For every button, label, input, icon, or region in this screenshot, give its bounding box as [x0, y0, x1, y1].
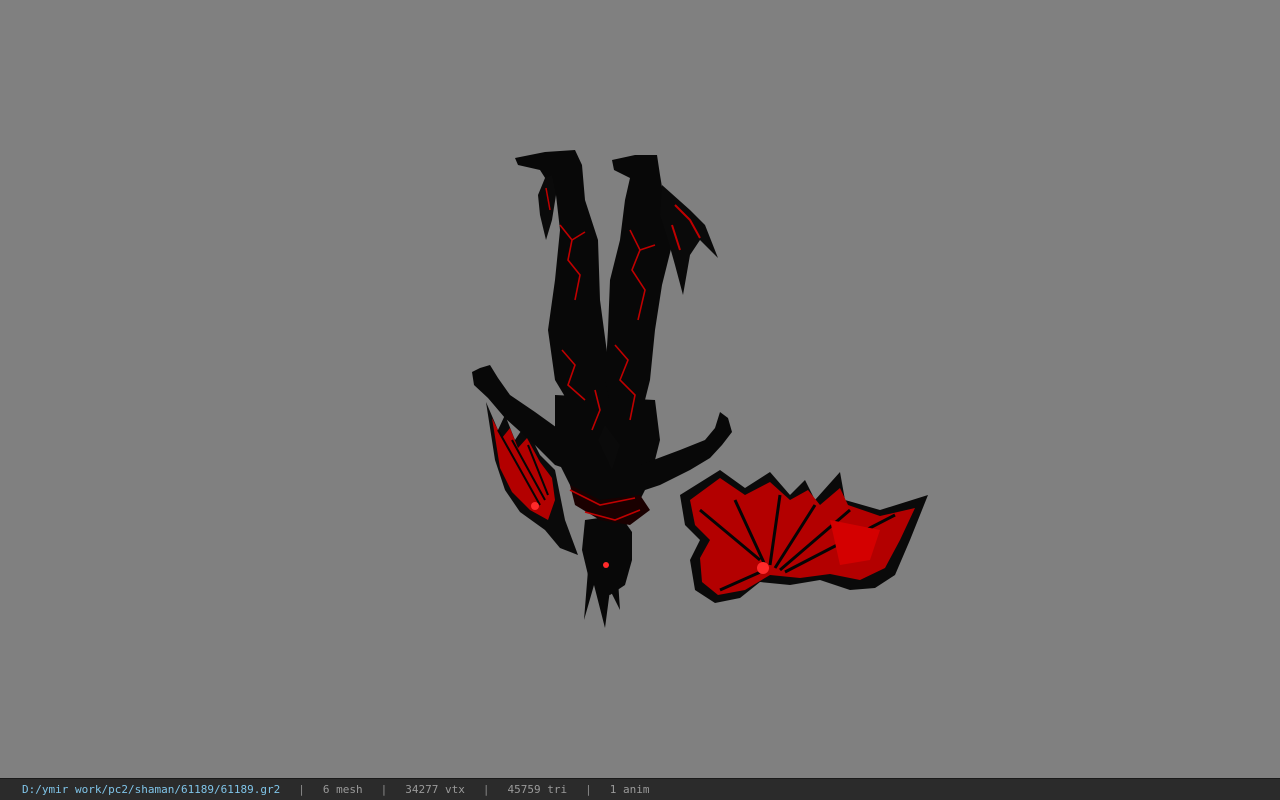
- vertex-count: 34277 vtx: [405, 783, 465, 796]
- right-wing: [680, 470, 928, 603]
- mesh-count: 6 mesh: [322, 783, 363, 796]
- status-bar: D:/ymir work/pc2/shaman/61189/61189.gr2 …: [0, 778, 1280, 800]
- triangle-count: 45759 tri: [507, 783, 568, 796]
- file-path: D:/ymir work/pc2/shaman/61189/61189.gr2: [22, 783, 281, 796]
- animation-count: 1 anim: [609, 783, 650, 796]
- 3d-viewport[interactable]: [0, 0, 1280, 778]
- separator: |: [380, 783, 388, 796]
- wing-gem: [757, 562, 769, 574]
- separator: |: [298, 783, 305, 796]
- separator: |: [482, 783, 490, 796]
- separator: |: [585, 783, 592, 796]
- model-render: [472, 150, 928, 628]
- eye-glow: [603, 562, 609, 568]
